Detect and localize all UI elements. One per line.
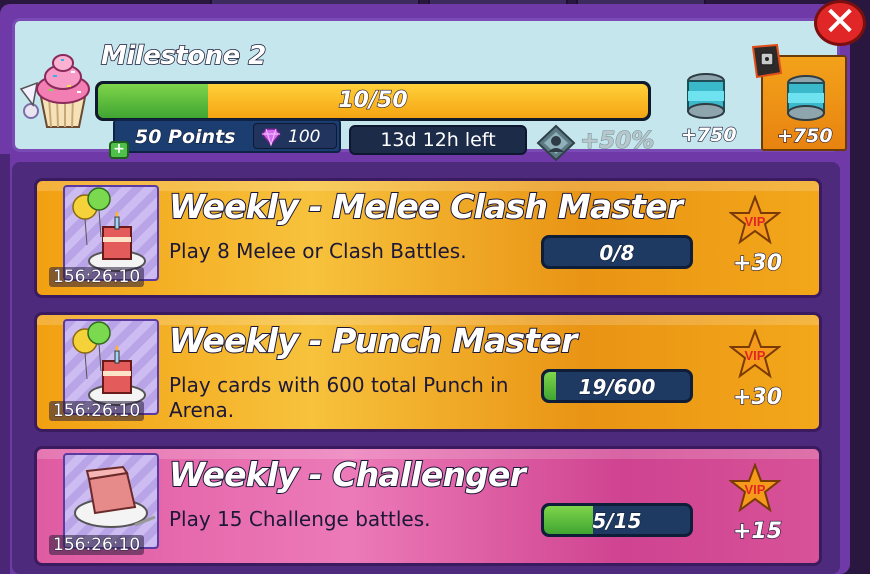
task-card[interactable]: 156:26:10 Weekly - Challenger Play 15 Ch…	[34, 446, 822, 566]
vip-star-icon: VIP	[728, 328, 782, 383]
pack-canister-icon	[687, 73, 725, 119]
task-timer: 156:26:10	[49, 267, 145, 287]
task-card[interactable]: 156:26:10 Weekly - Melee Clash Master Pl…	[34, 178, 822, 298]
points-box: 50 Points 100	[113, 119, 341, 153]
task-progress-text: 0/8	[599, 241, 635, 266]
vip-label: VIP	[745, 348, 766, 363]
pack-canister-icon	[787, 75, 825, 121]
task-title: Weekly - Challenger	[168, 454, 527, 495]
gem-value: 100	[288, 127, 321, 147]
task-progress-bar: 19/600	[541, 369, 693, 403]
milestone-title: Milestone 2	[100, 40, 267, 72]
vip-lock-icon	[747, 43, 787, 85]
task-progress-bar: 0/8	[541, 235, 693, 269]
points-label: 50 Points	[134, 126, 236, 149]
task-description: Play 15 Challenge battles.	[169, 507, 431, 531]
vip-bonus-icon	[536, 124, 576, 166]
task-timer: 156:26:10	[49, 535, 145, 555]
cupcake-icon	[19, 49, 97, 133]
task-timer: 156:26:10	[49, 401, 145, 421]
task-points: +30	[732, 250, 783, 276]
task-points: +30	[732, 384, 783, 410]
reward-1-amount: +750	[680, 123, 737, 146]
milestone-progress-text: 10/50	[338, 87, 408, 113]
task-progress-text: 5/15	[592, 509, 642, 534]
vip-label: VIP	[745, 214, 766, 229]
milestone-progress-bar: 10/50	[95, 81, 651, 121]
milestone-panel: Milestone 2 10/50 50 Points 100 + 13d 12…	[12, 18, 847, 162]
task-progress-bar: 5/15	[541, 503, 693, 537]
vip-star-icon: VIP	[728, 194, 782, 249]
gem-icon	[261, 128, 281, 146]
close-button[interactable]: ✕	[814, 0, 866, 46]
reward-1[interactable]	[683, 71, 729, 125]
task-title: Weekly - Punch Master	[168, 320, 578, 361]
vip-star-icon: VIP	[728, 462, 782, 517]
reward-2-amount: +750	[776, 124, 833, 147]
add-points-button[interactable]: +	[109, 141, 129, 159]
window-frame: Milestone 2 10/50 50 Points 100 + 13d 12…	[0, 0, 866, 574]
task-points: +15	[732, 518, 783, 544]
task-description: Play 8 Melee or Clash Battles.	[169, 239, 467, 263]
vip-label: VIP	[745, 482, 766, 497]
frame-left-stripe	[0, 154, 10, 574]
task-card[interactable]: 156:26:10 Weekly - Punch Master Play car…	[34, 312, 822, 432]
bonus-percent: +50%	[579, 128, 655, 155]
task-description: Play cards with 600 total Punch in Arena…	[169, 373, 509, 422]
task-title: Weekly - Melee Clash Master	[168, 186, 684, 227]
task-progress-text: 19/600	[578, 375, 656, 400]
time-left: 13d 12h left	[349, 125, 527, 155]
gem-reward: 100	[253, 123, 337, 149]
